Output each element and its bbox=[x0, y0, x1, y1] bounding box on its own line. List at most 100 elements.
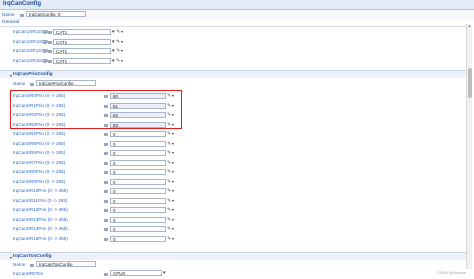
highlight-box bbox=[10, 90, 182, 129]
edit-icon[interactable]: ✎ bbox=[167, 236, 171, 242]
tos-section-title: IrqCanTosConfig bbox=[13, 254, 52, 259]
menu-arrow-icon[interactable]: ▾ bbox=[172, 236, 174, 242]
prio-row-field[interactable]: 0 bbox=[110, 169, 166, 175]
lock-icon bbox=[104, 189, 108, 193]
prio-row-label: IrqCanSR9Prio (0 -> 255) bbox=[13, 178, 66, 184]
prio-row-label: IrqCanSR6Prio (0 -> 255) bbox=[13, 150, 66, 155]
menu-arrow-icon[interactable]: ▾ bbox=[172, 150, 174, 156]
menu-arrow-icon[interactable]: ▾ bbox=[172, 160, 174, 166]
lock-icon bbox=[30, 263, 34, 267]
menu-arrow-icon[interactable]: ▾ bbox=[121, 48, 123, 54]
cat-row-field[interactable]: CAT1 bbox=[53, 48, 111, 54]
edit-icon[interactable]: ✎ bbox=[116, 58, 120, 64]
gear-icon bbox=[43, 58, 47, 63]
collapse-triangle-icon[interactable]: ▾ bbox=[10, 255, 12, 260]
edit-icon[interactable]: ✎ bbox=[167, 131, 171, 137]
prio-row-field[interactable]: 0 bbox=[110, 226, 166, 232]
cat-row-field[interactable]: CAT1 bbox=[53, 57, 111, 64]
tos-name-field[interactable]: IrqCanTosConfig bbox=[36, 261, 96, 267]
dropdown-arrow-icon[interactable]: ▾ bbox=[112, 29, 115, 35]
lock-icon bbox=[104, 151, 108, 155]
lock-icon bbox=[104, 199, 108, 203]
tos-section-header[interactable]: ▾ IrqCanTosConfig bbox=[0, 252, 470, 260]
dropdown-arrow-icon[interactable]: ▾ bbox=[112, 39, 115, 45]
prio-row-field[interactable]: 0 bbox=[110, 159, 166, 166]
lock-icon bbox=[20, 13, 24, 17]
edit-icon[interactable]: ✎ bbox=[167, 179, 171, 185]
scroll-up-icon[interactable]: ▲ bbox=[467, 24, 472, 29]
collapse-triangle-icon[interactable]: ▾ bbox=[10, 73, 12, 78]
prio-section-header[interactable]: ▾ IrqCanPrioConfig bbox=[0, 70, 470, 78]
prio-row-label: IrqCanSR8Prio (0 -> 255) bbox=[13, 169, 66, 174]
menu-arrow-icon[interactable]: ▾ bbox=[172, 131, 174, 137]
lock-icon bbox=[104, 161, 108, 165]
tos-name-label: Name bbox=[13, 262, 26, 267]
lock-icon bbox=[104, 180, 108, 184]
menu-arrow-icon[interactable]: ▾ bbox=[172, 188, 174, 194]
edit-icon[interactable]: ✎ bbox=[167, 198, 171, 204]
prio-row-label: IrqCanSR10Prio (0 -> 255) bbox=[13, 188, 68, 193]
name-field[interactable]: IrqCanConfig_0 bbox=[26, 11, 86, 17]
prio-row-label: IrqCanSR11Prio (0 -> 255) bbox=[13, 197, 68, 203]
lock-icon bbox=[48, 40, 52, 44]
edit-icon[interactable]: ✎ bbox=[167, 160, 171, 166]
prio-row-label: IrqCanSR12Prio (0 -> 255) bbox=[13, 207, 68, 212]
prio-row-label: IrqCanSR5Prio (0 -> 255) bbox=[13, 140, 66, 146]
lock-icon bbox=[104, 237, 108, 241]
tos-row-label: IrqCanSR0Tos bbox=[13, 271, 43, 276]
lock-icon bbox=[48, 59, 52, 63]
menu-arrow-icon[interactable]: ▾ bbox=[172, 226, 174, 232]
prio-row-field[interactable]: 0 bbox=[110, 216, 166, 223]
menu-arrow-icon[interactable]: ▾ bbox=[172, 198, 174, 204]
prio-row-label: IrqCanSR14Prio (0 -> 255) bbox=[13, 226, 68, 231]
cat-row-field[interactable]: CAT1 bbox=[53, 29, 111, 35]
edit-icon[interactable]: ✎ bbox=[167, 188, 171, 194]
gear-icon bbox=[43, 39, 47, 44]
prio-row-label: IrqCanSR7Prio (0 -> 255) bbox=[13, 159, 66, 165]
menu-arrow-icon[interactable]: ▾ bbox=[121, 58, 123, 64]
prio-row-field[interactable]: 0 bbox=[110, 207, 166, 213]
edit-icon[interactable]: ✎ bbox=[167, 169, 171, 175]
watermark: CSDN @Vehicle bbox=[436, 270, 466, 275]
lock-icon bbox=[48, 49, 52, 53]
prio-row-label: IrqCanSR13Prio (0 -> 255) bbox=[13, 216, 68, 222]
dropdown-arrow-icon[interactable]: ▾ bbox=[112, 58, 115, 64]
cat-row-field[interactable]: CAT1 bbox=[53, 38, 111, 45]
menu-arrow-icon[interactable]: ▾ bbox=[172, 217, 174, 223]
menu-arrow-icon[interactable]: ▾ bbox=[121, 39, 123, 45]
prio-row-label: IrqCanSR4Prio (0 -> 255) bbox=[13, 131, 66, 136]
prio-row-field[interactable]: 0 bbox=[110, 150, 166, 156]
prio-row-field[interactable]: 0 bbox=[110, 188, 166, 194]
menu-arrow-icon[interactable]: ▾ bbox=[172, 169, 174, 175]
edit-icon[interactable]: ✎ bbox=[116, 39, 120, 45]
prio-row-field[interactable]: 0 bbox=[110, 178, 166, 185]
tos-row-field[interactable]: CPU0 bbox=[110, 270, 162, 276]
edit-icon[interactable]: ✎ bbox=[116, 48, 120, 54]
menu-arrow-icon[interactable]: ▾ bbox=[172, 141, 174, 147]
edit-icon[interactable]: ✎ bbox=[167, 226, 171, 232]
lock-icon bbox=[104, 142, 108, 146]
scrollbar-thumb[interactable] bbox=[467, 68, 472, 98]
edit-icon[interactable]: ✎ bbox=[167, 207, 171, 213]
vertical-scrollbar[interactable]: ▲ bbox=[466, 24, 472, 269]
edit-icon[interactable]: ✎ bbox=[167, 217, 171, 223]
menu-arrow-icon[interactable]: ▾ bbox=[121, 29, 123, 35]
prio-row-field[interactable]: 0 bbox=[110, 131, 166, 137]
edit-icon[interactable]: ✎ bbox=[167, 150, 171, 156]
lock-icon bbox=[104, 132, 108, 136]
menu-arrow-icon[interactable]: ▾ bbox=[172, 207, 174, 213]
prio-row-field[interactable]: 0 bbox=[110, 197, 166, 204]
edit-icon[interactable]: ✎ bbox=[167, 141, 171, 147]
gear-icon bbox=[43, 49, 47, 53]
dropdown-arrow-icon[interactable]: ▾ bbox=[163, 270, 166, 276]
name-bar: Name IrqCanConfig_0 bbox=[0, 10, 474, 20]
edit-icon[interactable]: ✎ bbox=[116, 29, 120, 35]
prio-row-field[interactable]: 0 bbox=[110, 140, 166, 147]
prio-name-field[interactable]: IrqCanPrioConfig bbox=[36, 80, 96, 86]
menu-arrow-icon[interactable]: ▾ bbox=[172, 179, 174, 185]
dropdown-arrow-icon[interactable]: ▾ bbox=[112, 48, 115, 54]
gear-icon bbox=[43, 30, 47, 34]
name-label: Name bbox=[2, 12, 15, 17]
prio-row-field[interactable]: 0 bbox=[110, 235, 166, 242]
group-general: General bbox=[2, 20, 20, 25]
